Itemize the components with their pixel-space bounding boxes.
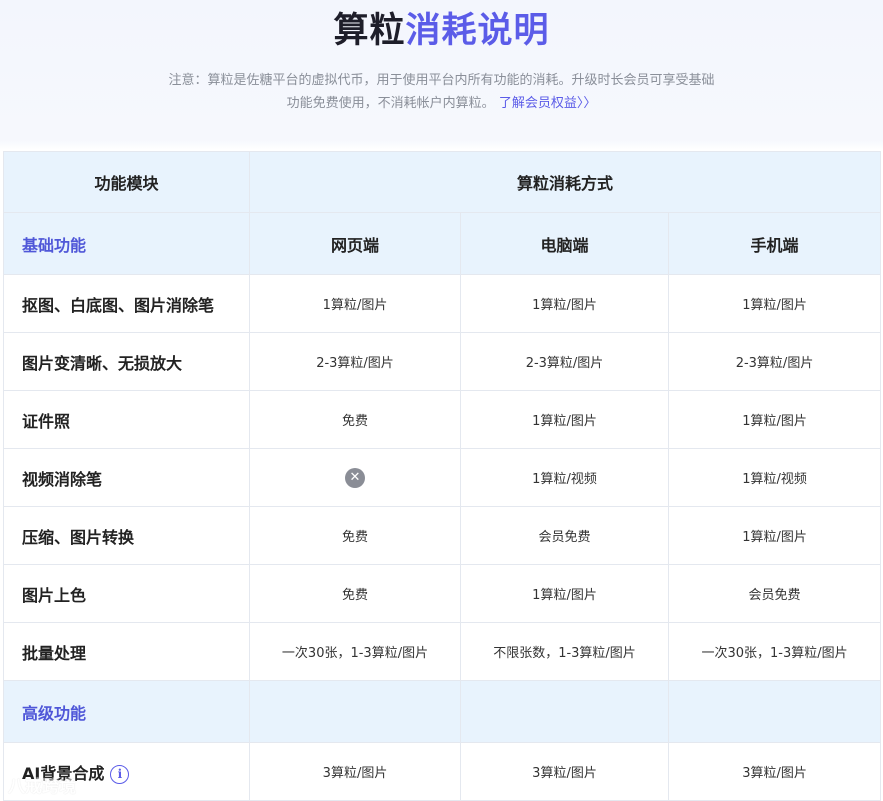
info-icon[interactable]: i (110, 764, 130, 784)
section-blank-cell (460, 680, 669, 743)
feature-name: 压缩、图片转换 (3, 506, 250, 565)
table-row: 抠图、白底图、图片消除笔 1算粒/图片 1算粒/图片 1算粒/图片 (3, 274, 882, 333)
mobile-cost: 1算粒/视频 (667, 448, 882, 507)
table-row: 视频消除笔 ✕ 1算粒/视频 1算粒/视频 (3, 448, 882, 507)
mobile-cost: 一次30张，1-3算粒/图片 (667, 622, 882, 681)
mobile-cost: 会员免费 (667, 564, 882, 623)
table-row: 压缩、图片转换 免费 会员免费 1算粒/图片 (3, 506, 882, 565)
mobile-cost: 1算粒/图片 (667, 506, 882, 565)
table-row: AI背景合成 i 3算粒/图片 3算粒/图片 3算粒/图片 (3, 742, 882, 801)
col-cost-header: 算粒消耗方式 (248, 151, 882, 213)
notice-line-2-text: 功能免费使用，不消耗帐户内算粒。 (286, 96, 495, 111)
feature-name: 抠图、白底图、图片消除笔 (3, 274, 250, 333)
mobile-cost: 1算粒/图片 (667, 390, 882, 449)
section-label-basic: 基础功能 (3, 212, 250, 275)
title-plain: 算粒 (333, 11, 406, 51)
page-header: 算粒消耗说明 注意：算粒是佐糖平台的虚拟代币，用于使用平台内所有功能的消耗。升级… (0, 0, 883, 115)
web-cost: 一次30张，1-3算粒/图片 (249, 622, 461, 681)
web-cost: 3算粒/图片 (249, 742, 461, 801)
section-row-advanced: 高级功能 (3, 680, 882, 743)
feature-name: 视频消除笔 (3, 448, 250, 507)
platform-web-header: 网页端 (249, 212, 461, 275)
platform-pc-header: 电脑端 (460, 212, 669, 275)
section-row-basic: 基础功能 网页端 电脑端 手机端 (3, 212, 882, 275)
table-header-row: 功能模块 算粒消耗方式 (3, 151, 882, 213)
table-row: 批量处理 一次30张，1-3算粒/图片 不限张数，1-3算粒/图片 一次30张，… (3, 622, 882, 681)
cost-table: 功能模块 算粒消耗方式 基础功能 网页端 电脑端 手机端 抠图、白底图、图片消除… (3, 151, 882, 801)
pc-cost: 会员免费 (460, 506, 669, 565)
notice-line-1: 注意：算粒是佐糖平台的虚拟代币，用于使用平台内所有功能的消耗。升级时长会员可享受… (168, 73, 715, 88)
table-row: 图片变清晰、无损放大 2-3算粒/图片 2-3算粒/图片 2-3算粒/图片 (3, 332, 882, 391)
web-cost: 1算粒/图片 (249, 274, 461, 333)
feature-name: 证件照 (3, 390, 250, 449)
pc-cost: 1算粒/视频 (460, 448, 669, 507)
mobile-cost: 3算粒/图片 (667, 742, 882, 801)
member-benefits-link[interactable]: 了解会员权益〉〉 (499, 96, 597, 111)
pc-cost: 不限张数，1-3算粒/图片 (460, 622, 669, 681)
pc-cost: 3算粒/图片 (460, 742, 669, 801)
web-cost: 免费 (249, 390, 461, 449)
pc-cost: 2-3算粒/图片 (460, 332, 669, 391)
title-accent: 消耗说明 (405, 11, 550, 51)
feature-name: 批量处理 (3, 622, 250, 681)
section-label-advanced: 高级功能 (3, 680, 250, 743)
web-cost: 免费 (249, 564, 461, 623)
feature-name-cell: AI背景合成 i (3, 742, 250, 801)
web-cost: ✕ (249, 448, 461, 507)
web-cost: 2-3算粒/图片 (249, 332, 461, 391)
notice-text: 注意：算粒是佐糖平台的虚拟代币，用于使用平台内所有功能的消耗。升级时长会员可享受… (132, 69, 752, 115)
feature-name: 图片上色 (3, 564, 250, 623)
section-blank-cell (249, 680, 461, 743)
page-title: 算粒消耗说明 (0, 0, 883, 57)
mobile-cost: 2-3算粒/图片 (667, 332, 882, 391)
table-row: 证件照 免费 1算粒/图片 1算粒/图片 (3, 390, 882, 449)
platform-mobile-header: 手机端 (667, 212, 882, 275)
table-row: 图片上色 免费 1算粒/图片 会员免费 (3, 564, 882, 623)
section-blank-cell (667, 680, 882, 743)
unavailable-x-icon: ✕ (345, 467, 365, 488)
pc-cost: 1算粒/图片 (460, 390, 669, 449)
web-cost: 免费 (249, 506, 461, 565)
feature-name: AI背景合成 (22, 763, 105, 783)
feature-name: 图片变清晰、无损放大 (3, 332, 250, 391)
notice-line-2: 功能免费使用，不消耗帐户内算粒。 了解会员权益〉〉 (132, 92, 752, 115)
pc-cost: 1算粒/图片 (460, 274, 669, 333)
pc-cost: 1算粒/图片 (460, 564, 669, 623)
col-module-header: 功能模块 (3, 151, 250, 213)
mobile-cost: 1算粒/图片 (667, 274, 882, 333)
